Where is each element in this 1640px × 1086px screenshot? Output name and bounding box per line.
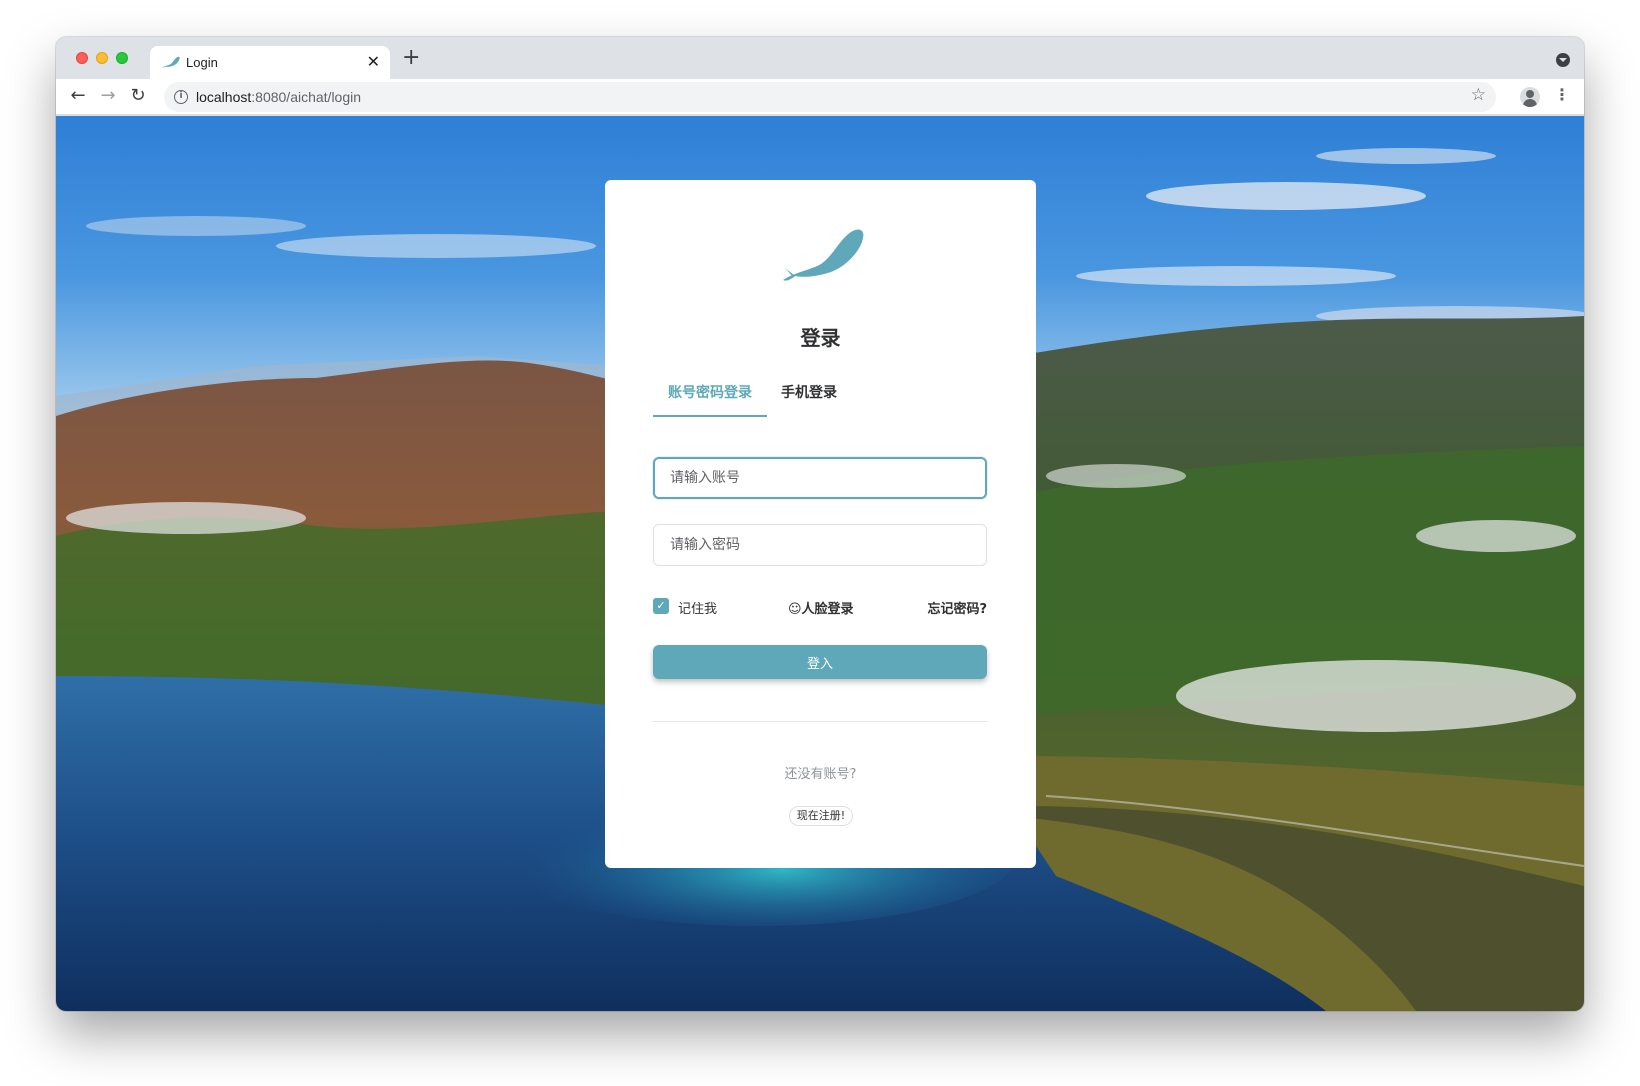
maximize-window-button[interactable] <box>116 52 128 64</box>
browser-toolbar: ← → ↻ i localhost:8080/aichat/login ☆ ⋮ <box>56 79 1584 115</box>
browser-window: Login ✕ + ← → ↻ i localhost:8080/aichat/… <box>56 37 1584 1011</box>
tab-search-icon[interactable] <box>1556 53 1570 67</box>
address-bar[interactable]: i localhost:8080/aichat/login ☆ <box>164 82 1496 112</box>
whale-icon <box>783 229 864 281</box>
reload-icon[interactable]: ↻ <box>126 84 150 108</box>
register-button[interactable]: 现在注册! <box>789 806 853 826</box>
password-input[interactable] <box>653 524 987 566</box>
page-title: 登录 <box>800 326 841 350</box>
tab-strip: Login ✕ + <box>56 37 1584 79</box>
no-account-text: 还没有账号? <box>784 767 857 782</box>
tab-phone-login[interactable]: 手机登录 <box>781 382 837 402</box>
new-tab-button[interactable]: + <box>402 45 420 70</box>
info-icon[interactable]: i <box>174 90 188 104</box>
active-tab-indicator <box>653 415 767 417</box>
login-card: 登录 账号密码登录 手机登录 ✓ 记住我 ☺人脸登录 忘记密码? 登入 还没有账… <box>605 180 1036 868</box>
url-text[interactable]: localhost:8080/aichat/login <box>196 89 361 105</box>
tab-title: Login <box>186 55 218 70</box>
close-window-button[interactable] <box>76 52 88 64</box>
kebab-menu-icon[interactable]: ⋮ <box>1554 85 1570 104</box>
arrow-right-icon[interactable]: → <box>96 84 120 108</box>
minimize-window-button[interactable] <box>96 52 108 64</box>
username-input[interactable] <box>653 457 987 499</box>
tab-account-password[interactable]: 账号密码登录 <box>653 382 767 402</box>
divider <box>653 721 987 722</box>
arrow-left-icon[interactable]: ← <box>66 84 90 108</box>
whale-icon <box>162 56 180 68</box>
close-icon[interactable]: ✕ <box>367 52 380 71</box>
checkmark-icon[interactable]: ✓ <box>653 598 669 614</box>
browser-tab[interactable]: Login ✕ <box>150 46 390 79</box>
forgot-password-link[interactable]: 忘记密码? <box>927 598 987 617</box>
login-button[interactable]: 登入 <box>653 645 987 679</box>
star-icon[interactable]: ☆ <box>1471 85 1486 105</box>
face-login-link[interactable]: ☺人脸登录 <box>788 598 854 617</box>
remember-me-label[interactable]: 记住我 <box>678 598 717 617</box>
page-viewport: 登录 账号密码登录 手机登录 ✓ 记住我 ☺人脸登录 忘记密码? 登入 还没有账… <box>56 116 1584 1011</box>
profile-icon[interactable] <box>1520 87 1540 107</box>
